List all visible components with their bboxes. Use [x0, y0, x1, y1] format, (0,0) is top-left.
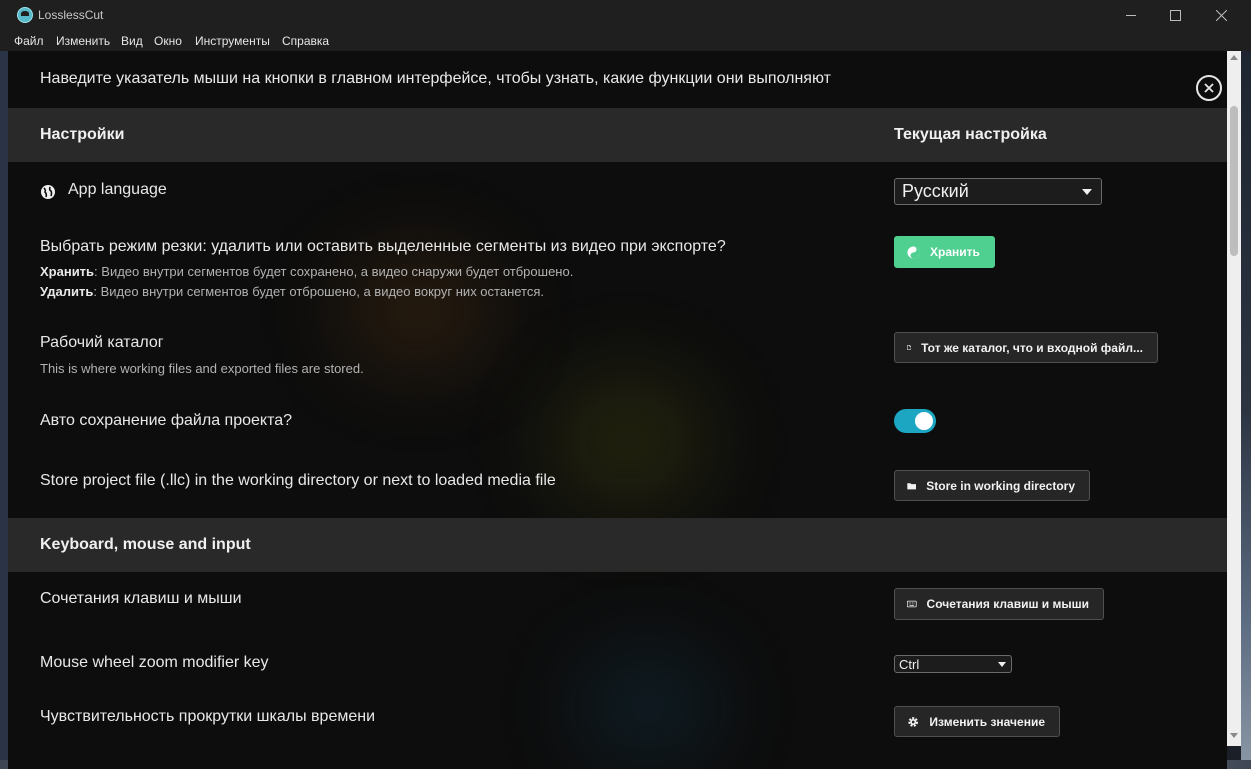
scroll-down-arrow-icon[interactable] — [1230, 733, 1238, 738]
menu-view[interactable]: Вид — [121, 34, 143, 48]
working-dir-button[interactable]: Тот же каталог, что и входной файл... — [894, 332, 1158, 363]
maximize-icon — [1169, 10, 1181, 21]
store-project-label: Store project file (.llc) in the working… — [40, 472, 556, 489]
keyboard-icon — [907, 600, 917, 608]
shortcuts-button[interactable]: Сочетания клавиш и мыши — [894, 588, 1104, 620]
gear-icon — [908, 716, 919, 727]
menu-bar: Файл Изменить Вид Окно Инструменты Справ… — [0, 31, 1251, 51]
working-dir-desc: This is where working files and exported… — [40, 361, 364, 376]
close-icon — [1215, 10, 1227, 21]
shortcuts-label: Сочетания клавиш и мыши — [40, 590, 242, 607]
minimize-icon — [1125, 15, 1136, 16]
file-icon — [907, 344, 912, 351]
zoom-modifier-value: Ctrl — [899, 656, 920, 672]
cut-mode-delete-desc: Удалить: Видео внутри сегментов будет от… — [40, 284, 544, 299]
desktop-background-left — [0, 51, 8, 769]
store-project-button-label: Store in working directory — [926, 478, 1075, 493]
working-dir-label: Рабочий каталог — [40, 334, 164, 351]
settings-panel: Наведите указатель мыши на кнопки в глав… — [8, 51, 1227, 769]
language-select[interactable]: Русский — [894, 178, 1102, 205]
menu-edit[interactable]: Изменить — [56, 34, 110, 48]
shortcuts-button-label: Сочетания клавиш и мыши — [926, 597, 1089, 611]
scrollbar-thumb[interactable] — [1230, 106, 1238, 256]
hint-text: Наведите указатель мыши на кнопки в глав… — [40, 70, 831, 87]
close-icon — [1204, 83, 1214, 93]
desktop-background-right — [1241, 51, 1251, 769]
vertical-scrollbar[interactable] — [1227, 51, 1241, 746]
menu-tools[interactable]: Инструменты — [195, 34, 270, 48]
autosave-toggle[interactable] — [894, 409, 936, 433]
zoom-modifier-label: Mouse wheel zoom modifier key — [40, 654, 269, 671]
scroll-sensitivity-button[interactable]: Изменить значение — [894, 706, 1060, 737]
keyboard-section-header: Keyboard, mouse and input — [8, 518, 1227, 572]
close-settings-button[interactable] — [1196, 75, 1222, 101]
keyboard-section-title: Keyboard, mouse and input — [40, 536, 251, 553]
scroll-sensitivity-button-label: Изменить значение — [929, 714, 1045, 729]
title-bar: LosslessCut — [0, 0, 1251, 31]
settings-column-title: Настройки — [40, 126, 125, 143]
background-glow — [578, 651, 718, 761]
working-dir-button-label: Тот же каталог, что и входной файл... — [921, 340, 1143, 355]
scroll-up-arrow-icon[interactable] — [1230, 55, 1238, 60]
zoom-modifier-select[interactable]: Ctrl — [894, 655, 1012, 673]
delete-term: Удалить — [40, 284, 94, 299]
chevron-down-icon — [1082, 189, 1092, 195]
globe-icon — [41, 185, 55, 199]
delete-desc-text: : Видео внутри сегментов будет отброшено… — [93, 284, 545, 299]
maximize-button[interactable] — [1152, 0, 1198, 31]
minimize-button[interactable] — [1108, 0, 1154, 31]
window-title: LosslessCut — [38, 8, 104, 22]
language-select-value: Русский — [902, 181, 969, 201]
cut-mode-button-label: Хранить — [930, 245, 980, 259]
cut-mode-keep-desc: Хранить: Видео внутри сегментов будет со… — [40, 264, 573, 279]
scroll-sensitivity-label: Чувствительность прокрутки шкалы времени — [40, 708, 376, 725]
autosave-label: Авто сохранение файла проекта? — [40, 412, 293, 429]
keep-term: Хранить — [40, 264, 95, 279]
app-logo-icon — [17, 7, 33, 23]
menu-file[interactable]: Файл — [14, 34, 44, 48]
menu-window[interactable]: Окно — [154, 34, 182, 48]
background-glow — [548, 371, 708, 511]
toggle-knob — [915, 412, 933, 430]
close-window-button[interactable] — [1198, 0, 1244, 31]
current-setting-column-title: Текущая настройка — [894, 126, 1047, 143]
cut-mode-keep-button[interactable]: Хранить — [894, 236, 995, 268]
chevron-down-icon — [998, 662, 1006, 667]
language-label: App language — [68, 181, 167, 198]
yin-yang-icon — [907, 245, 920, 259]
menu-help[interactable]: Справка — [282, 34, 329, 48]
cut-mode-label: Выбрать режим резки: удалить или оставит… — [40, 238, 726, 255]
keep-desc-text: : Видео внутри сегментов будет сохранено… — [94, 264, 574, 279]
store-project-button[interactable]: Store in working directory — [894, 470, 1090, 501]
settings-header: Настройки Текущая настройка — [8, 108, 1227, 162]
folder-icon — [907, 482, 916, 489]
